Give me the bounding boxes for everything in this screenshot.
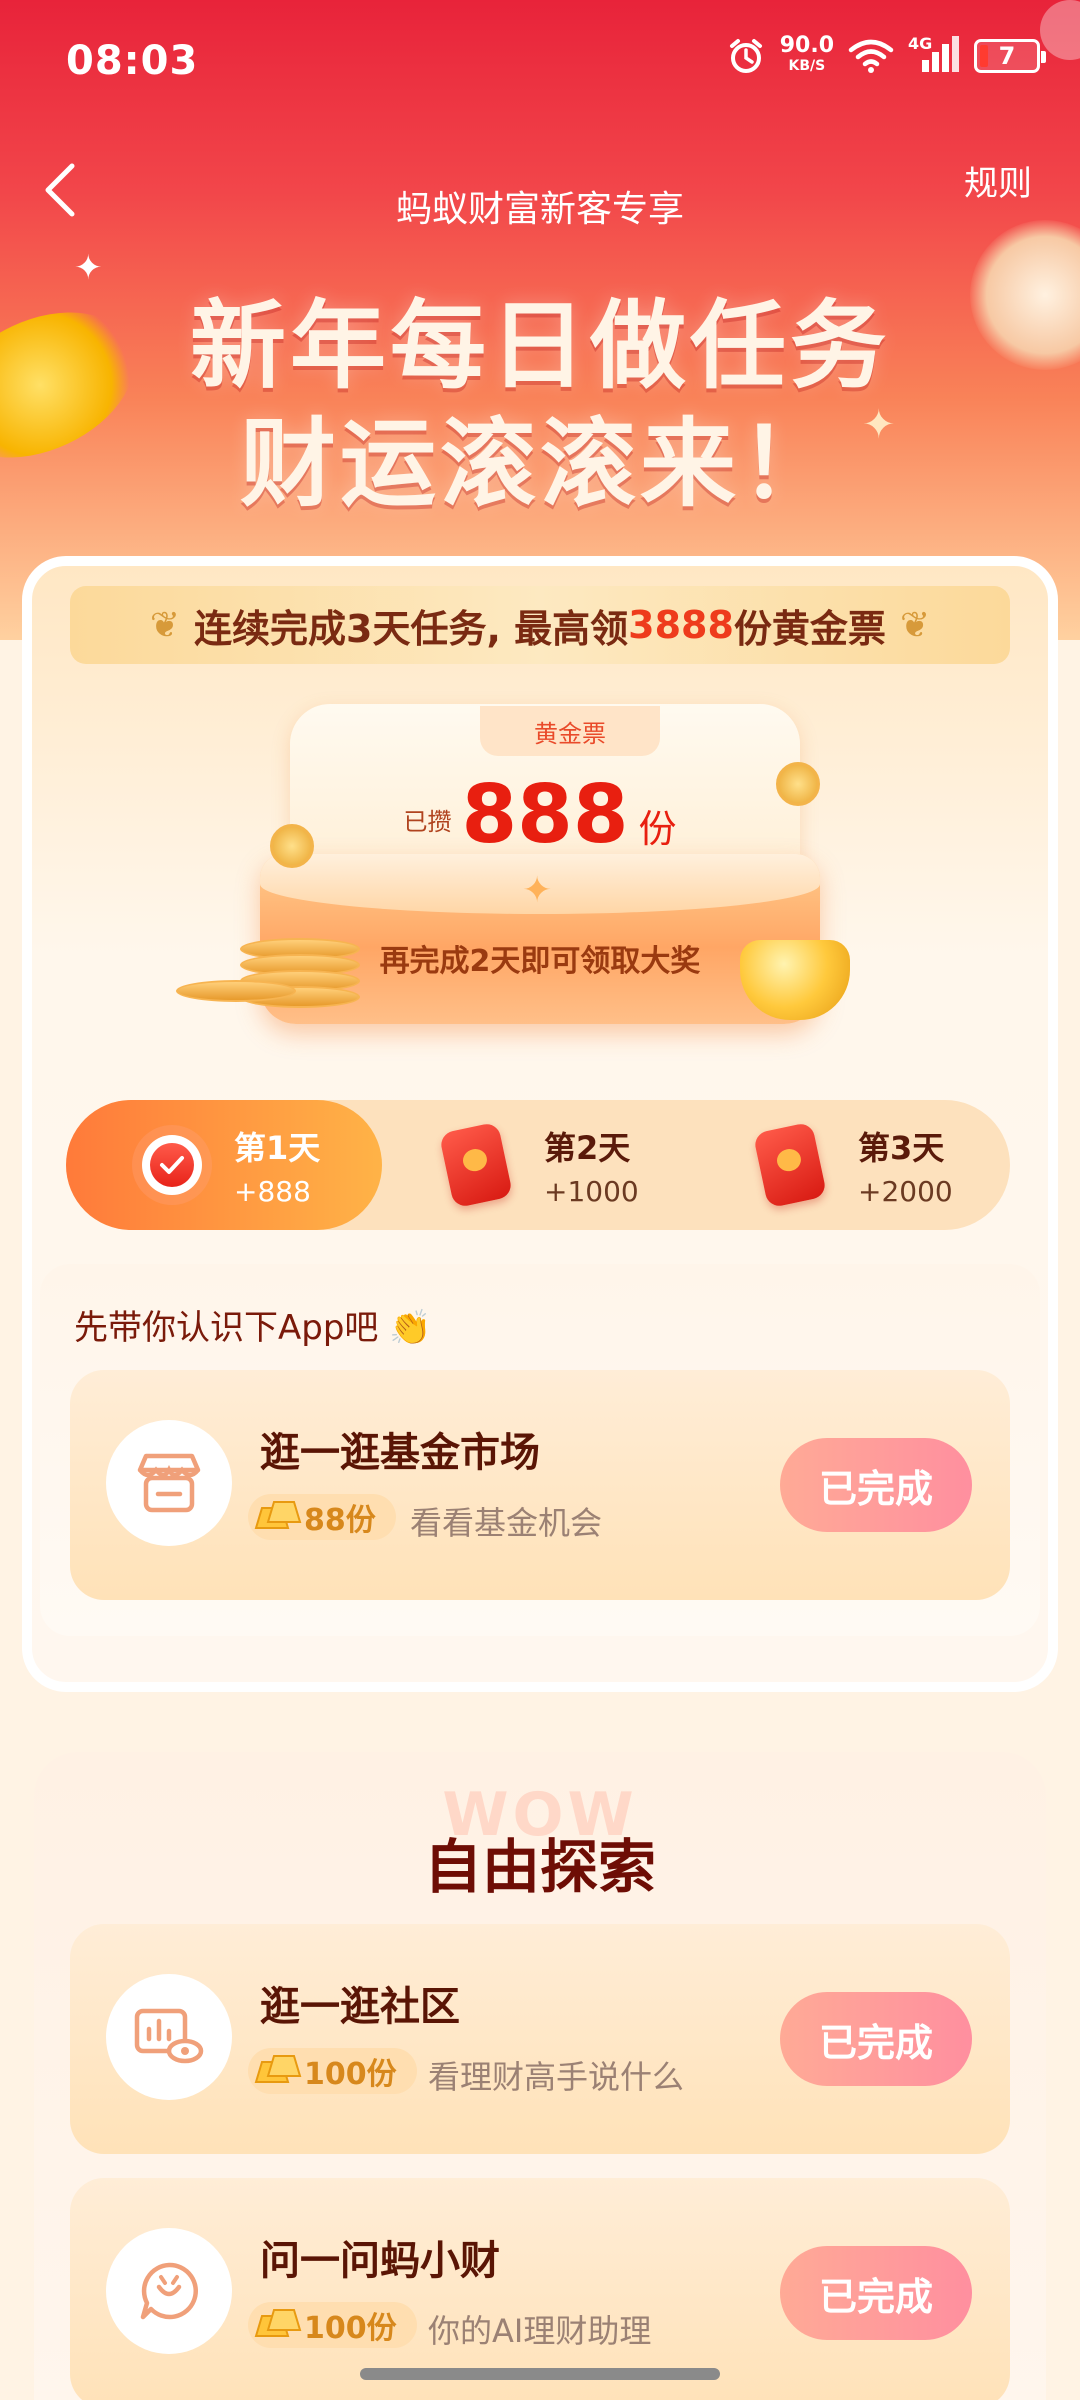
task-desc: 你的AI理财助理 [428,2312,652,2350]
task-desc: 看看基金机会 [410,1504,603,1542]
coin-stack-decoration [176,930,360,1020]
alarm-icon [729,39,762,73]
red-envelope-icon [438,1121,514,1209]
status-icons: 90.0 KB/S 4G 7 [726,33,1046,76]
ticket-prefix: 已攒 [403,808,452,836]
task-reward: 88份 [248,1494,396,1540]
task-done-button[interactable]: 已完成 [780,2246,972,2340]
chat-bot-icon [106,2228,232,2354]
red-envelope-icon [752,1121,828,1209]
day-bonus: +1000 [544,1174,639,1208]
ticket-amount: 已攒 888 份 [260,768,820,861]
streak-banner: ❦ 连续完成3天任务, 最高领 3888 份黄金票 ❦ [70,586,1010,664]
intro-title: 先带你认识下App吧 👏 [74,1308,432,1348]
community-view-icon [106,1974,232,2100]
store-icon [106,1420,232,1546]
day-label: 第2天 [544,1128,631,1167]
day-1-step: 第1天 +888 [66,1100,382,1230]
ticket-unit: 份 [638,807,677,851]
status-time: 08:03 [66,38,199,84]
battery-icon: 7 [974,39,1046,73]
task-reward-value: 88份 [304,1503,376,1538]
net-speed: 90.0 KB/S [779,33,834,76]
task-reward: 100份 [248,2048,417,2094]
task-title: 逛一逛基金市场 [260,1430,540,1476]
day-label: 第1天 [234,1128,321,1167]
task-card-fund-market[interactable]: 逛一逛基金市场 88份 看看基金机会 已完成 [70,1370,1010,1600]
day-bonus: +2000 [858,1174,953,1208]
task-card-ai-assistant[interactable]: 问一问蚂小财 100份 你的AI理财助理 已完成 [70,2178,1010,2400]
rules-link[interactable]: 规则 [964,156,1032,205]
laurel-right-icon: ❦ [899,604,931,646]
task-reward-value: 100份 [304,2057,397,2092]
task-title: 逛一逛社区 [260,1984,460,2030]
status-bar: 08:03 90.0 KB/S 4G 7 [0,0,1080,120]
day-2-step: 第2天 +1000 [438,1100,726,1230]
task-desc: 看理财高手说什么 [428,2058,685,2096]
hero-headline-line2: 财运滚滚来！ [240,408,840,520]
banner-highlight: 3888 [628,603,734,647]
day-progress: 第1天 +888 第2天 +1000 第3天 +2000 [66,1100,1010,1230]
task-reward: 100份 [248,2302,417,2348]
check-icon [142,1135,202,1195]
gold-bar-icon [254,1501,302,1529]
star-icon: ✦ [522,870,553,911]
task-card-community[interactable]: 逛一逛社区 100份 看理财高手说什么 已完成 [70,1924,1010,2154]
ticket-amount-value: 888 [461,768,629,861]
banner-text-after: 份黄金票 [733,606,886,651]
page-title: 蚂蚁财富新客专享 [395,189,684,230]
coin-icon [270,824,314,868]
task-done-button[interactable]: 已完成 [780,1992,972,2086]
day-bonus: +888 [234,1174,311,1208]
net-speed-value: 90.0 [779,33,834,58]
ticket-label: 黄金票 [480,706,660,756]
day-label: 第3天 [858,1128,945,1167]
task-reward-value: 100份 [304,2311,397,2346]
wifi-icon [848,39,894,73]
task-done-button[interactable]: 已完成 [780,1438,972,1532]
day-3-step: 第3天 +2000 [752,1100,1040,1230]
net-speed-unit: KB/S [788,58,826,74]
signal-icon: 4G [908,34,960,76]
banner-text-before: 连续完成3天任务, 最高领 [194,606,629,651]
task-title: 问一问蚂小财 [260,2238,500,2284]
coin-icon [776,762,820,806]
battery-level: 7 [998,42,1016,70]
explore-title: 自由探索 [423,1833,656,1901]
gold-bar-icon [254,2055,302,2083]
laurel-left-icon: ❦ [149,604,181,646]
home-indicator[interactable] [360,2368,720,2380]
gold-bar-icon [254,2309,302,2337]
